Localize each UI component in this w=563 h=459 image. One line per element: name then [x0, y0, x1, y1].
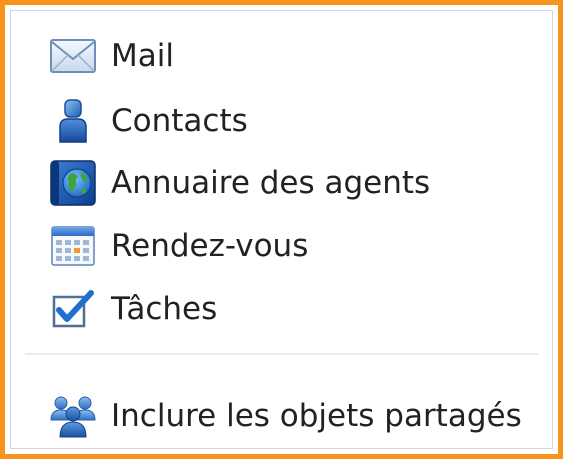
menu-item-contacts-label: Contacts [111, 103, 248, 139]
menu-item-contacts[interactable]: Contacts [49, 95, 248, 147]
menu-frame: Mail Contacts Annuaire des agents Rendez… [0, 0, 563, 459]
menu-item-tasks[interactable]: Tâches [49, 283, 217, 335]
menu-item-appointments-label: Rendez-vous [111, 228, 309, 264]
person-icon [49, 97, 97, 145]
envelope-icon [49, 32, 97, 80]
checkbox-icon [49, 285, 97, 333]
globe-book-icon [49, 159, 97, 207]
menu-separator [25, 353, 538, 355]
menu-item-directory[interactable]: Annuaire des agents [49, 157, 430, 209]
menu-item-include-shared-label: Inclure les objets partagés [111, 398, 522, 434]
menu-item-mail[interactable]: Mail [49, 30, 174, 82]
menu-item-directory-label: Annuaire des agents [111, 165, 431, 201]
menu-item-appointments[interactable]: Rendez-vous [49, 220, 308, 272]
menu-item-tasks-label: Tâches [111, 291, 218, 327]
group-icon [49, 392, 97, 440]
calendar-icon [49, 222, 97, 270]
menu-item-include-shared[interactable]: Inclure les objets partagés [49, 390, 522, 442]
menu-item-mail-label: Mail [111, 38, 174, 74]
